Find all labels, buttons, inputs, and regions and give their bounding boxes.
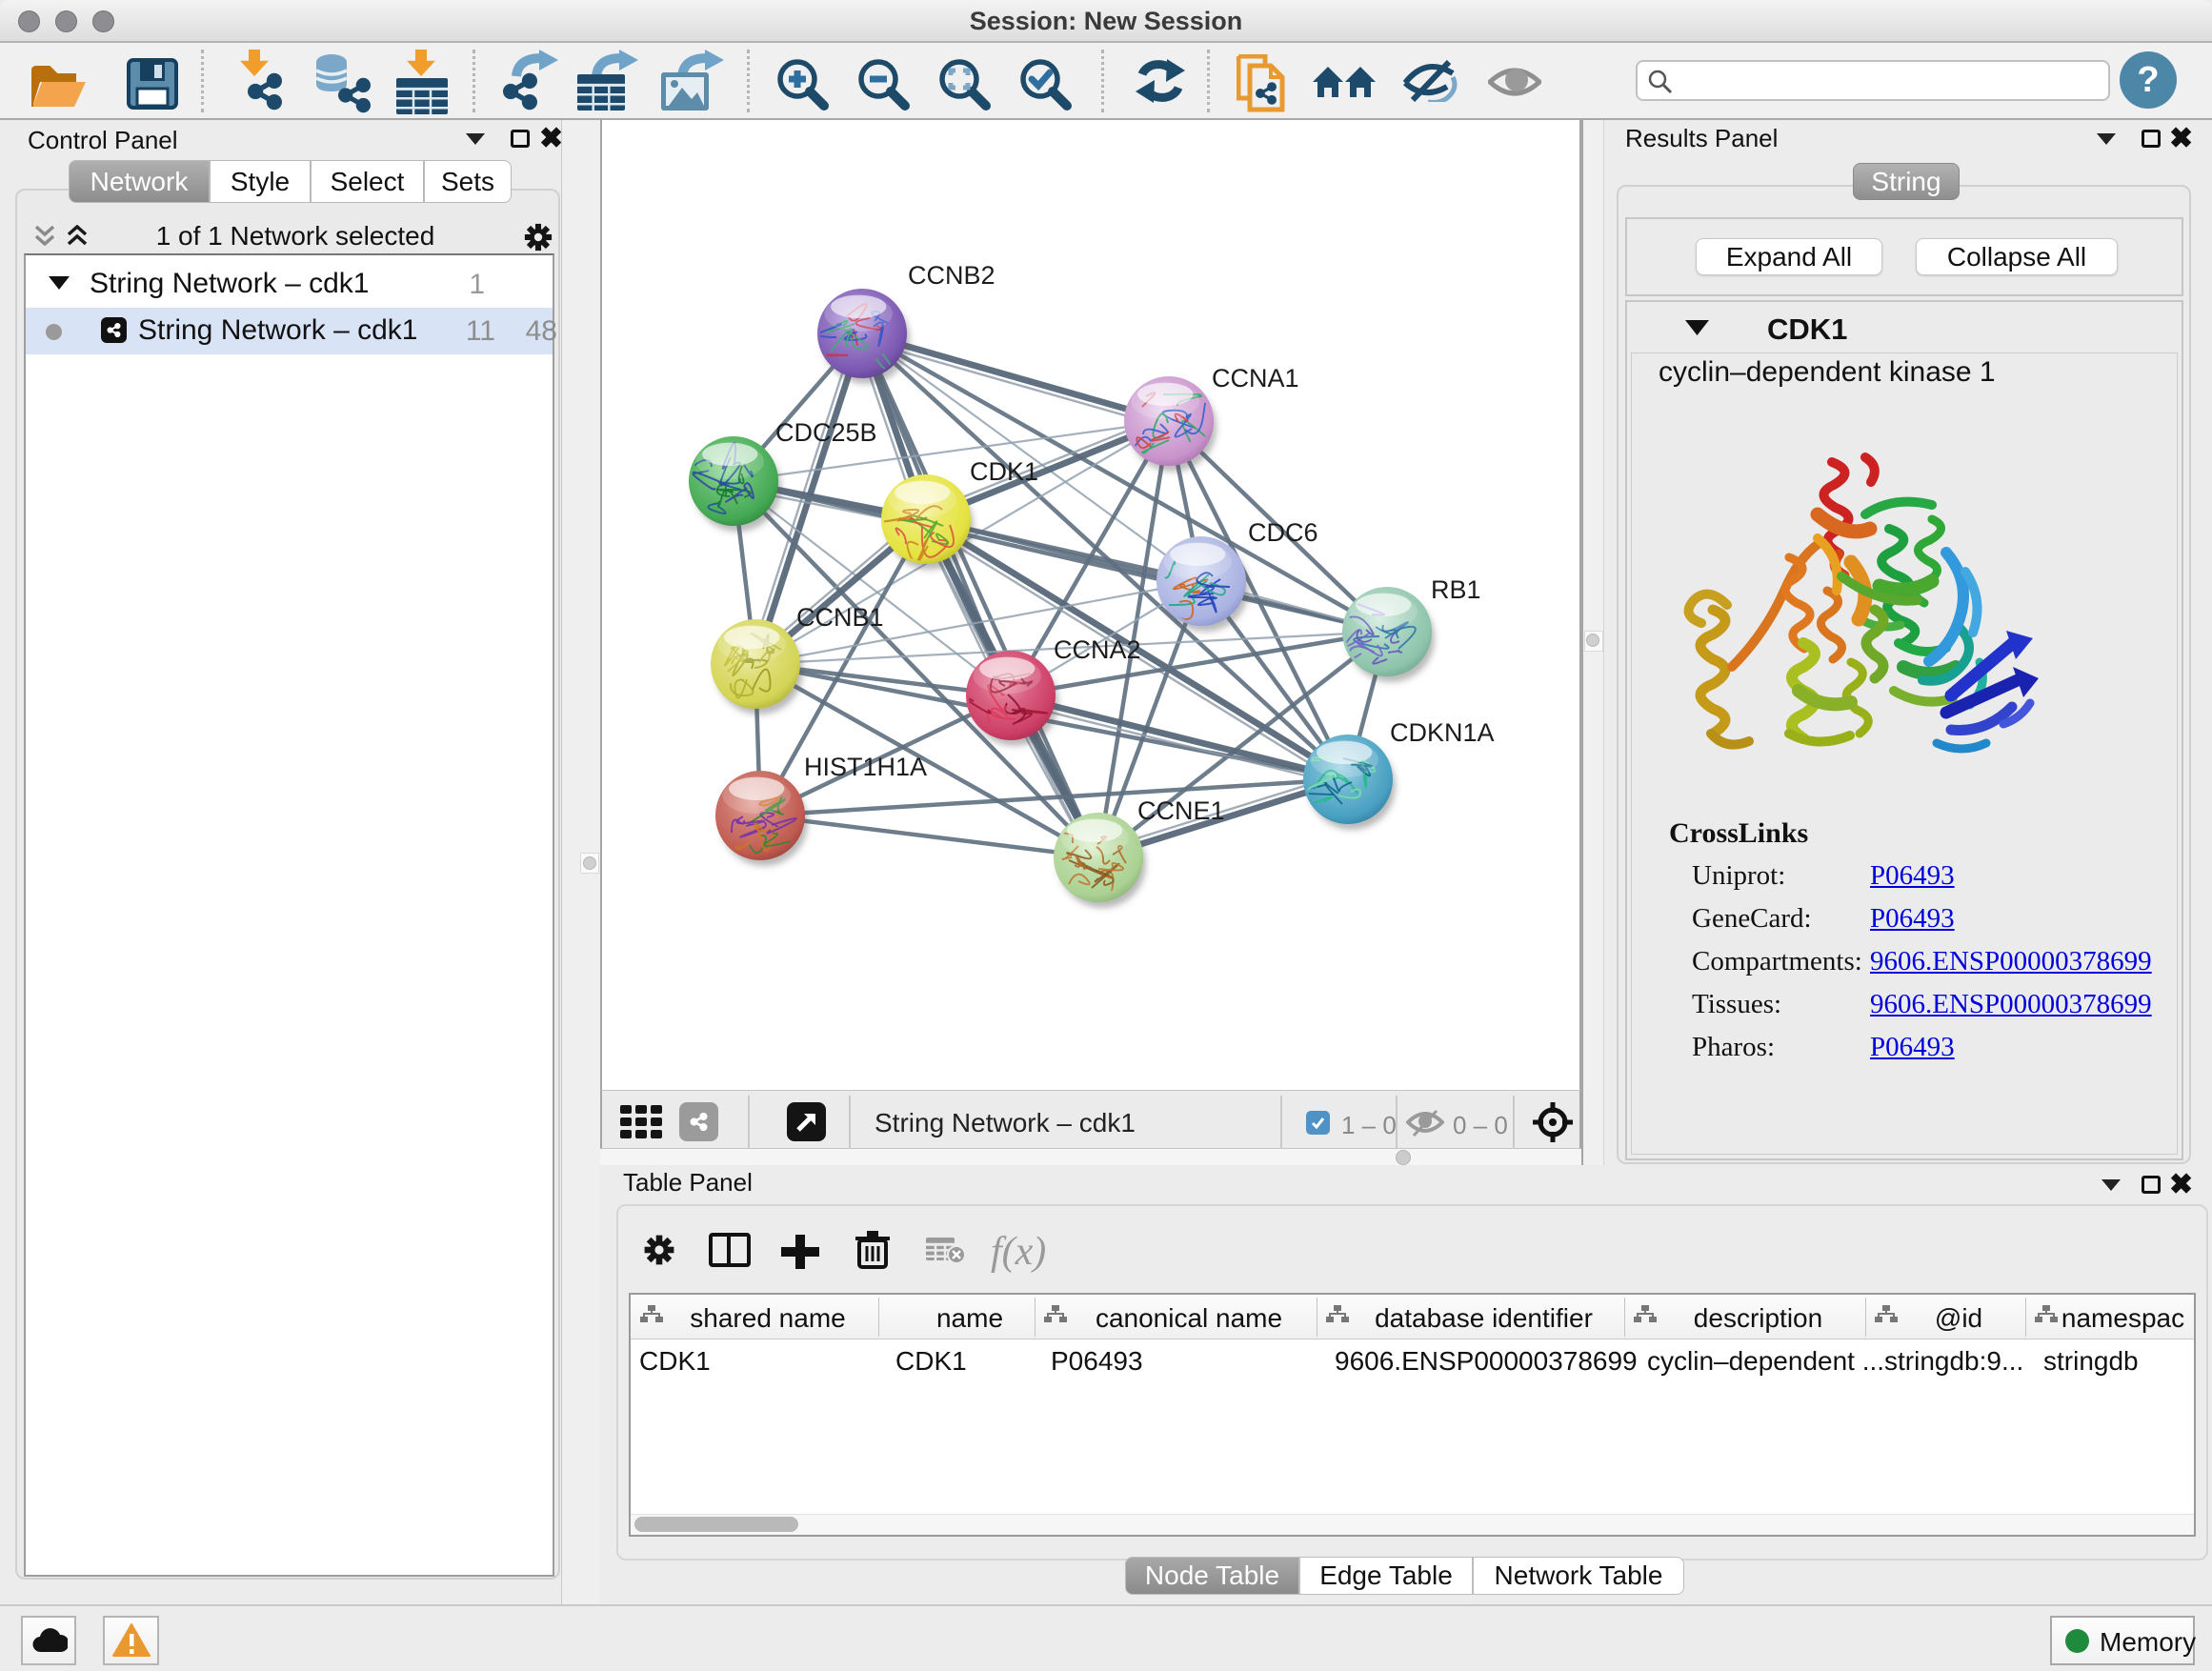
- svg-text:CCNB1: CCNB1: [796, 603, 884, 632]
- svg-text:CDC25B: CDC25B: [775, 418, 877, 447]
- svg-text:CCNA1: CCNA1: [1212, 364, 1299, 393]
- svg-text:CDC6: CDC6: [1248, 518, 1318, 547]
- svg-text:HIST1H1A: HIST1H1A: [804, 753, 927, 781]
- svg-text:CCNE1: CCNE1: [1137, 796, 1225, 825]
- svg-text:RB1: RB1: [1431, 575, 1481, 604]
- svg-text:CCNA2: CCNA2: [1054, 635, 1141, 664]
- svg-text:CDKN1A: CDKN1A: [1390, 718, 1495, 747]
- svg-text:CCNB2: CCNB2: [908, 261, 995, 290]
- svg-text:CDK1: CDK1: [970, 457, 1038, 486]
